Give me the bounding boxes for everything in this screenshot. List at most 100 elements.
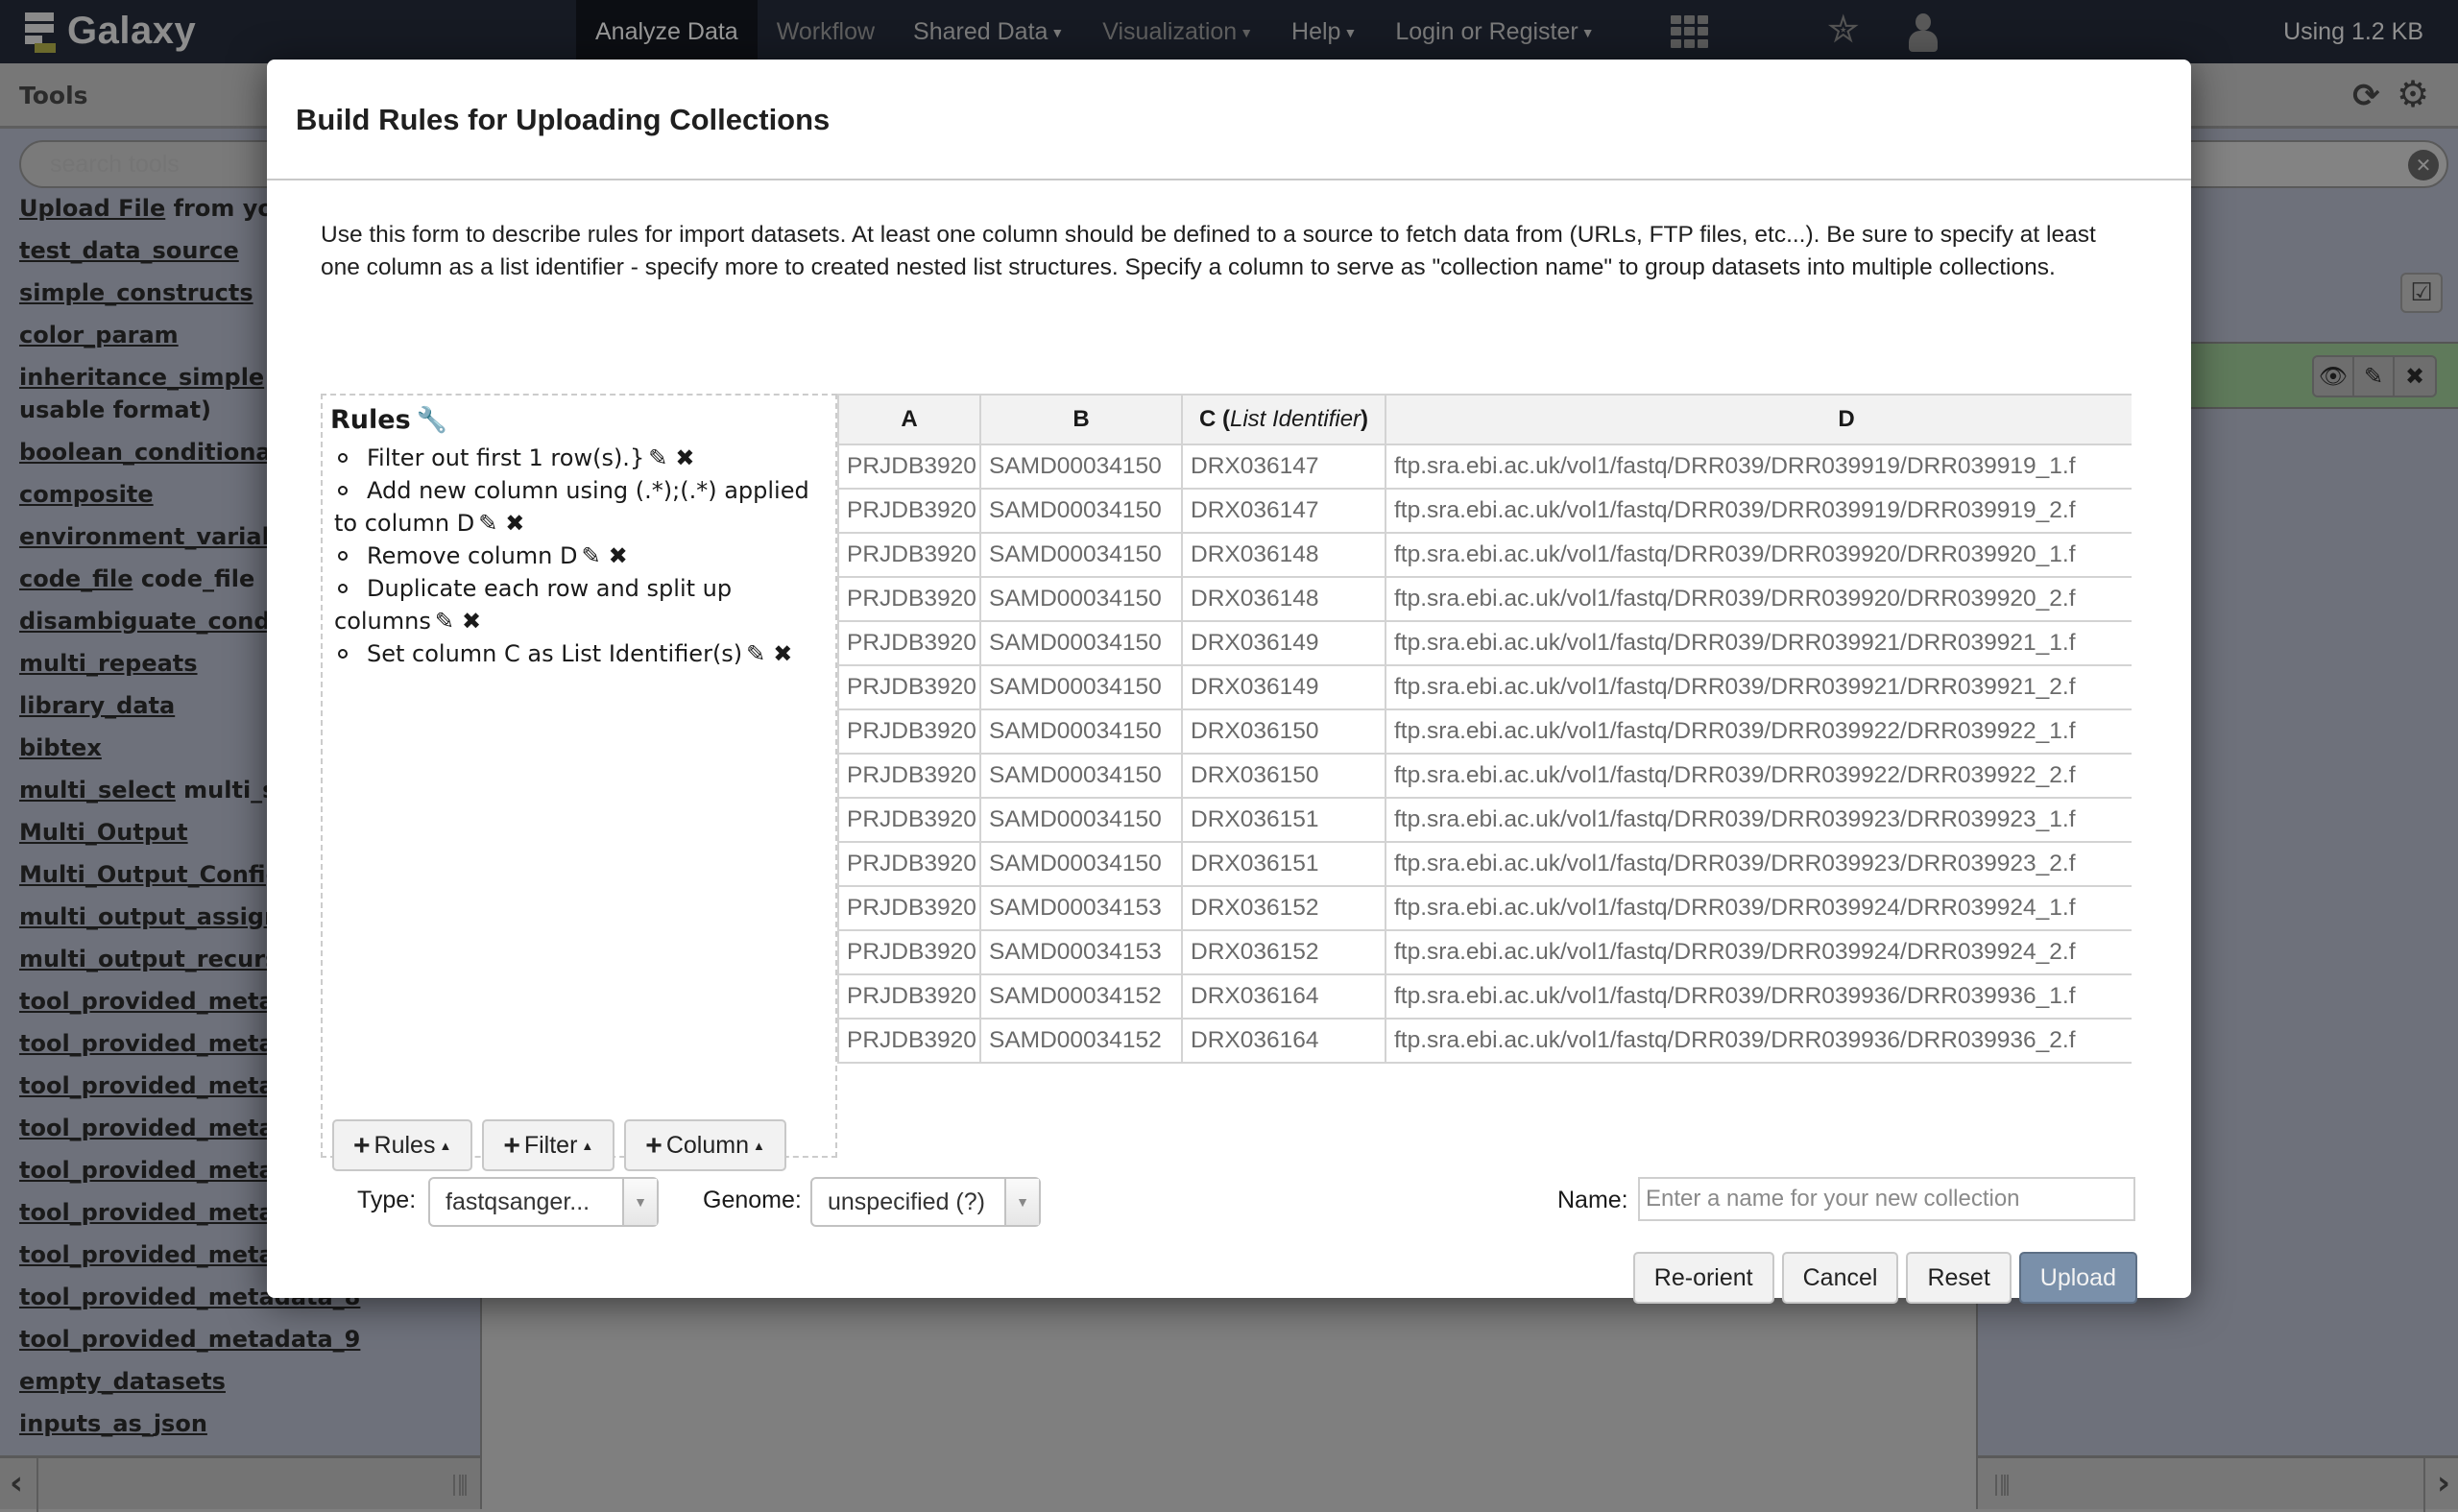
tool-link[interactable]: multi_select [19,777,176,804]
edit-rule-icon[interactable]: ✎ [478,507,497,540]
nav-analyze-data[interactable]: Analyze Data [576,0,758,63]
tool-link[interactable]: disambiguate_cond [19,608,271,635]
rules-table-container[interactable]: ABC (List Identifier) D PRJDB3920 SAMD0003… [837,394,2132,1064]
tool-link[interactable]: composite [19,481,154,508]
delete-icon[interactable]: ✖ [2395,357,2435,396]
plus-icon: + [503,1130,520,1162]
tool-link[interactable]: multi_output_assign_ [19,903,292,930]
upload-button[interactable]: Upload [2018,1252,2137,1304]
tool-link[interactable]: tool_provided_metad [19,1115,291,1141]
tool-link[interactable]: Multi_Output [19,819,188,846]
user-icon[interactable] [1909,13,1938,52]
chevron-left-icon[interactable]: ‹ [10,1464,23,1502]
button-label: Column [665,1132,749,1159]
nav-visualization[interactable]: Visualization ▼ [1083,0,1272,63]
remove-rule-icon[interactable]: ✖ [462,605,481,637]
collection-name-input[interactable] [1638,1177,2135,1221]
rules-table: ABC (List Identifier) D PRJDB3920 SAMD0003… [837,394,2132,1064]
tool-link[interactable]: inheritance_simple [19,364,264,391]
tool-link[interactable]: tool_provided_metad [19,1157,291,1184]
table-cell: DRX036151 [1181,841,1386,887]
caret-down-icon: ▼ [1580,25,1595,40]
star-icon[interactable]: ✮ [1827,8,1860,52]
wrench-icon[interactable]: 🔧 [417,406,447,435]
tool-link[interactable]: tool_provided_metadata_9 [19,1326,360,1353]
rule-text: Remove column D [367,542,578,569]
modal-actions: Re-orient Cancel Reset Upload [1632,1252,2137,1304]
tool-link[interactable]: color_param [19,322,179,348]
tool-link[interactable]: code_file [19,565,133,592]
tool-item: inputs_as_json [19,1404,480,1446]
remove-rule-icon[interactable]: ✖ [773,637,792,670]
table-cell: PRJDB3920 [837,620,981,666]
tool-link[interactable]: tool_provided_metad [19,1072,291,1099]
add-column-button[interactable]: + Column ▲ [624,1119,786,1171]
nav-shared-data[interactable]: Shared Data ▼ [894,0,1083,63]
remove-rule-icon[interactable]: ✖ [505,507,524,540]
edit-rule-icon[interactable]: ✎ [746,637,765,670]
nav-label: Analyze Data [595,18,738,45]
edit-rule-icon[interactable]: ✎ [435,605,454,637]
select-items-button[interactable]: ☑ [2400,273,2443,313]
tool-link[interactable]: multi_output_recurse [19,946,295,972]
add-filter-button[interactable]: + Filter ▲ [482,1119,615,1171]
column-letter: A [901,406,918,432]
tool-link[interactable]: library_data [19,692,175,719]
tool-link[interactable]: simple_constructs [19,279,253,306]
type-select[interactable]: fastqsanger... ▼ [428,1177,659,1227]
add-rules-button[interactable]: + Rules ▲ [332,1119,473,1171]
remove-rule-icon[interactable]: ✖ [609,540,628,572]
tool-link[interactable]: empty_datasets [19,1368,226,1395]
table-cell: ftp.sra.ebi.ac.uk/vol1/fastq/DRR039/DRR0… [1385,708,2132,755]
brand-link[interactable]: Galaxy [21,10,196,53]
eye-icon[interactable]: 👁 [2314,357,2354,396]
bullet-icon [338,485,348,495]
tool-link[interactable]: multi_repeats [19,650,198,677]
reset-button[interactable]: Reset [1906,1252,2012,1304]
table-cell: PRJDB3920 [837,841,981,887]
pencil-icon[interactable]: ✎ [2354,357,2395,396]
apps-grid-icon[interactable] [1671,15,1709,48]
tool-link[interactable]: environment_variable [19,523,301,550]
clear-search-icon[interactable]: ✕ [2408,150,2439,180]
tool-link[interactable]: tool_provided_metad [19,1241,291,1268]
button-label: Filter [523,1132,578,1159]
tool-link[interactable]: tool_provided_metad [19,1199,291,1226]
table-row: PRJDB3920 SAMD00034150 DRX036151 ftp.sra.eb… [837,797,2132,843]
nav-workflow[interactable]: Workflow [758,0,894,63]
reorient-button[interactable]: Re-orient [1632,1252,1774,1304]
tool-link[interactable]: bibtex [19,734,102,761]
table-cell: PRJDB3920 [837,885,981,931]
cancel-button[interactable]: Cancel [1781,1252,1899,1304]
quota-usage: Using 1.2 KB [2283,18,2423,45]
remove-rule-icon[interactable]: ✖ [675,442,694,474]
gear-icon[interactable]: ⚙ [2397,73,2429,115]
tool-link[interactable]: Upload File [19,195,165,222]
table-cell: DRX036147 [1181,444,1386,490]
rule-item: Filter out first 1 row(s).} ✎ ✖ [334,442,824,474]
nav-label: Visualization [1102,18,1238,45]
nav-login-register[interactable]: Login or Register ▼ [1376,0,1613,63]
type-select-value: fastqsanger... [446,1188,590,1215]
resize-handle[interactable] [453,1475,467,1496]
table-cell: DRX036150 [1181,708,1386,755]
chevron-right-icon[interactable]: › [2437,1464,2450,1502]
tool-link[interactable]: boolean_conditional [19,439,279,466]
caret-down-icon: ▼ [622,1179,657,1225]
refresh-icon[interactable]: ⟳ [2352,77,2380,115]
table-cell: DRX036164 [1181,973,1386,1020]
genome-select[interactable]: unspecified (?) ▼ [810,1177,1041,1227]
edit-rule-icon[interactable]: ✎ [648,442,667,474]
resize-handle[interactable] [1995,1475,2009,1496]
main-nav: Analyze Data Workflow Shared Data ▼ Visua… [576,0,1614,63]
nav-help[interactable]: Help ▼ [1272,0,1376,63]
tool-link[interactable]: test_data_source [19,237,239,264]
tool-link[interactable]: inputs_as_json [19,1410,207,1437]
rule-text: Add new column using (.*);(.*) applied t… [334,477,809,537]
edit-rule-icon[interactable]: ✎ [581,540,600,572]
tool-link[interactable]: tool_provided_metad [19,1030,291,1057]
caret-up-icon: ▲ [439,1139,452,1153]
column-role: List Identifier [1229,406,1362,432]
tool-link[interactable]: tool_provided_metad [19,988,291,1015]
tool-link[interactable]: Multi_Output_Configu [19,861,299,888]
